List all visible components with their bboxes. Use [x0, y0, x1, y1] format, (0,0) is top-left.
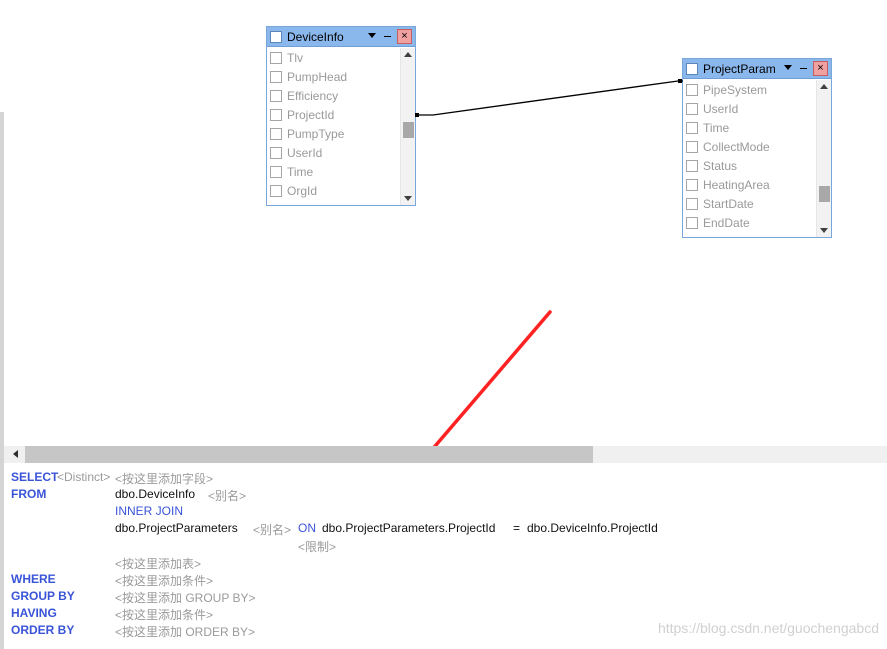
column-checkbox[interactable]	[686, 160, 698, 172]
column-checkbox[interactable]	[270, 128, 282, 140]
join-line	[416, 80, 683, 116]
horizontal-scrollbar[interactable]	[4, 446, 887, 463]
column-name: Efficiency	[287, 89, 339, 103]
column-name: HeatingArea	[703, 178, 770, 192]
column-checkbox[interactable]	[686, 141, 698, 153]
column-checkbox[interactable]	[270, 71, 282, 83]
table-deviceinfo-titlebar[interactable]: DeviceInfo ×	[267, 27, 415, 47]
join-alias-placeholder[interactable]: <别名>	[253, 521, 291, 538]
column-name: Time	[703, 121, 730, 135]
column-checkbox[interactable]	[270, 109, 282, 121]
close-icon[interactable]: ×	[813, 61, 828, 76]
column-checkbox[interactable]	[270, 166, 282, 178]
table-name: ProjectParam	[703, 62, 776, 76]
column-checkbox[interactable]	[270, 52, 282, 64]
groupby-keyword: GROUP BY	[11, 589, 75, 603]
scroll-up-icon[interactable]	[404, 52, 412, 57]
select-keyword: SELECT	[11, 470, 59, 484]
column-name: Tlv	[287, 51, 303, 65]
where-placeholder[interactable]: <按这里添加条件>	[115, 572, 213, 589]
orderby-placeholder[interactable]: <按这里添加 ORDER BY>	[115, 623, 255, 640]
minimize-icon[interactable]	[800, 68, 807, 69]
column-name: PipeSystem	[703, 83, 768, 97]
on-right-field[interactable]: dbo.DeviceInfo.ProjectId	[527, 521, 658, 535]
column-checkbox[interactable]	[270, 185, 282, 197]
dropdown-icon[interactable]	[368, 33, 376, 38]
column-name: PumpType	[287, 127, 345, 141]
orderby-keyword: ORDER BY	[11, 623, 75, 637]
column-name: EndDate	[703, 216, 750, 230]
on-keyword: ON	[298, 521, 316, 535]
column-list: PipeSystem UserId Time CollectMode Statu…	[683, 81, 816, 237]
column-checkbox[interactable]	[686, 217, 698, 229]
column-checkbox[interactable]	[270, 147, 282, 159]
having-keyword: HAVING	[11, 606, 57, 620]
column-name: ProjectId	[287, 108, 335, 122]
distinct-placeholder[interactable]: <Distinct>	[57, 470, 110, 484]
column-name: UserId	[287, 146, 323, 160]
column-name: UserId	[703, 102, 739, 116]
scroll-thumb[interactable]	[819, 186, 830, 202]
add-table-placeholder[interactable]: <按这里添加表>	[115, 555, 201, 572]
join-table[interactable]: dbo.ProjectParameters	[115, 521, 238, 535]
table-deviceinfo[interactable]: DeviceInfo × Tlv PumpHead Efficiency Pro…	[266, 26, 416, 206]
join-type[interactable]: INNER JOIN	[115, 504, 183, 518]
close-icon[interactable]: ×	[397, 29, 412, 44]
table-projectparameters[interactable]: ProjectParam × PipeSystem UserId Time Co…	[682, 58, 832, 238]
column-checkbox[interactable]	[686, 103, 698, 115]
on-operator[interactable]: =	[513, 521, 520, 535]
scroll-thumb[interactable]	[403, 122, 414, 138]
column-name: Time	[287, 165, 314, 179]
minimize-icon[interactable]	[384, 36, 391, 37]
select-all-checkbox[interactable]	[686, 63, 698, 75]
column-checkbox[interactable]	[686, 122, 698, 134]
column-checkbox[interactable]	[270, 90, 282, 102]
scroll-left-icon[interactable]	[13, 450, 18, 458]
column-name: StartDate	[703, 197, 754, 211]
column-name: OrgId	[287, 184, 318, 198]
column-checkbox[interactable]	[686, 198, 698, 210]
from-keyword: FROM	[11, 487, 47, 501]
limit-placeholder[interactable]: <限制>	[298, 538, 336, 555]
diagram-canvas[interactable]: DeviceInfo × Tlv PumpHead Efficiency Pro…	[0, 0, 887, 446]
column-checkbox[interactable]	[686, 179, 698, 191]
watermark: https://blog.csdn.net/guochengabcd	[657, 620, 879, 636]
column-name: PumpHead	[287, 70, 348, 84]
dropdown-icon[interactable]	[784, 65, 792, 70]
having-placeholder[interactable]: <按这里添加条件>	[115, 606, 213, 623]
scroll-thumb[interactable]	[25, 446, 593, 463]
add-field-placeholder[interactable]: <按这里添加字段>	[115, 470, 213, 487]
select-all-checkbox[interactable]	[270, 31, 282, 43]
column-list: Tlv PumpHead Efficiency ProjectId PumpTy…	[267, 49, 400, 205]
column-name: CollectMode	[703, 140, 770, 154]
from-alias-placeholder[interactable]: <别名>	[208, 487, 246, 504]
scroll-up-icon[interactable]	[820, 84, 828, 89]
on-left-field[interactable]: dbo.ProjectParameters.ProjectId	[322, 521, 495, 535]
column-list-scrollbar[interactable]	[816, 80, 831, 237]
table-projectparameters-titlebar[interactable]: ProjectParam ×	[683, 59, 831, 79]
column-checkbox[interactable]	[686, 84, 698, 96]
column-list-scrollbar[interactable]	[400, 48, 415, 205]
where-keyword: WHERE	[11, 572, 56, 586]
groupby-placeholder[interactable]: <按这里添加 GROUP BY>	[115, 589, 255, 606]
from-table[interactable]: dbo.DeviceInfo	[115, 487, 195, 501]
scroll-down-icon[interactable]	[404, 196, 412, 201]
column-name: Status	[703, 159, 738, 173]
table-name: DeviceInfo	[287, 30, 344, 44]
scroll-down-icon[interactable]	[820, 228, 828, 233]
